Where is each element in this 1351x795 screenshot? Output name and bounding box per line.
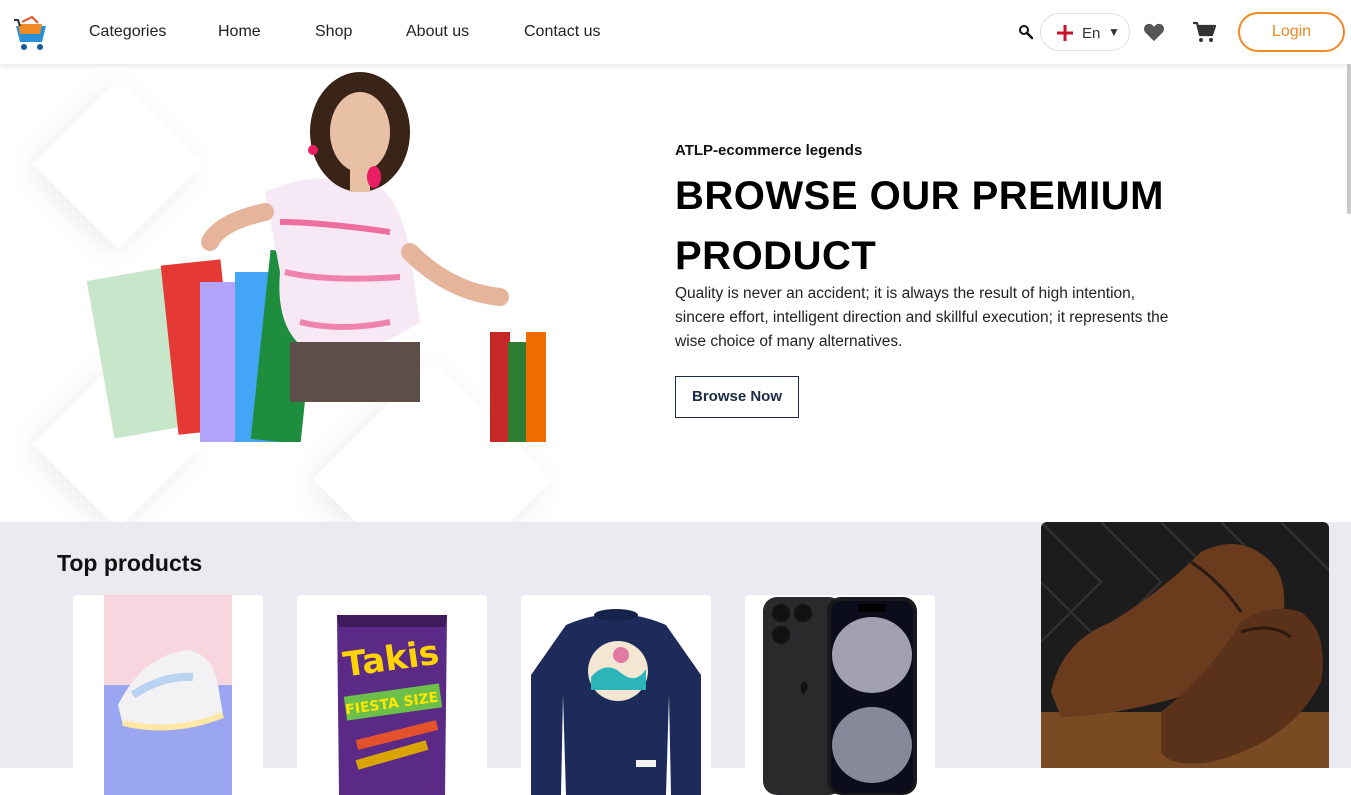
heart-icon[interactable] <box>1143 22 1165 42</box>
product-card[interactable]: Takis FIESTA SIZE <box>297 595 487 795</box>
search-icon[interactable] <box>1018 24 1034 40</box>
nav-link-contact[interactable]: Contact us <box>524 23 600 41</box>
navbar: Categories Home Shop About us Contact us… <box>0 0 1351 64</box>
language-selector[interactable]: En ▼ <box>1040 13 1130 51</box>
flag-icon <box>1057 25 1073 41</box>
top-products-section: Top products Takis FIESTA SIZE <box>0 522 1351 795</box>
language-code: En <box>1082 25 1101 42</box>
hero-eyebrow: ATLP-ecommerce legends <box>675 142 863 159</box>
shopping-woman-image <box>86 72 546 442</box>
hero-headline: BROWSE OUR PREMIUM PRODUCT <box>675 174 1164 278</box>
cart-icon[interactable] <box>1192 21 1216 43</box>
section-title: Top products <box>57 550 203 576</box>
login-button[interactable]: Login <box>1238 12 1345 52</box>
shoes-promo-image[interactable] <box>1041 522 1329 768</box>
product-card[interactable] <box>73 595 263 795</box>
browse-now-button[interactable]: Browse Now <box>675 376 799 418</box>
product-card[interactable] <box>745 595 935 795</box>
sneaker-image <box>104 595 232 795</box>
nav-link-about[interactable]: About us <box>406 23 469 41</box>
shop-logo-icon[interactable] <box>12 14 52 54</box>
nav-link-shop[interactable]: Shop <box>315 23 352 41</box>
leather-shoes-image <box>1041 522 1329 768</box>
nav-link-home[interactable]: Home <box>218 23 261 41</box>
hero-section: ATLP-ecommerce legends BROWSE OUR PREMIU… <box>0 64 1351 522</box>
takis-snack-image: Takis FIESTA SIZE <box>337 615 447 795</box>
nav-link-categories[interactable]: Categories <box>89 23 166 41</box>
hero-description: Quality is never an accident; it is alwa… <box>675 285 1169 350</box>
sweatshirt-image <box>531 609 701 795</box>
smartphone-image <box>763 597 917 795</box>
page-scrollbar[interactable] <box>1347 64 1351 214</box>
chevron-down-icon: ▼ <box>1108 25 1120 39</box>
product-card[interactable] <box>521 595 711 795</box>
